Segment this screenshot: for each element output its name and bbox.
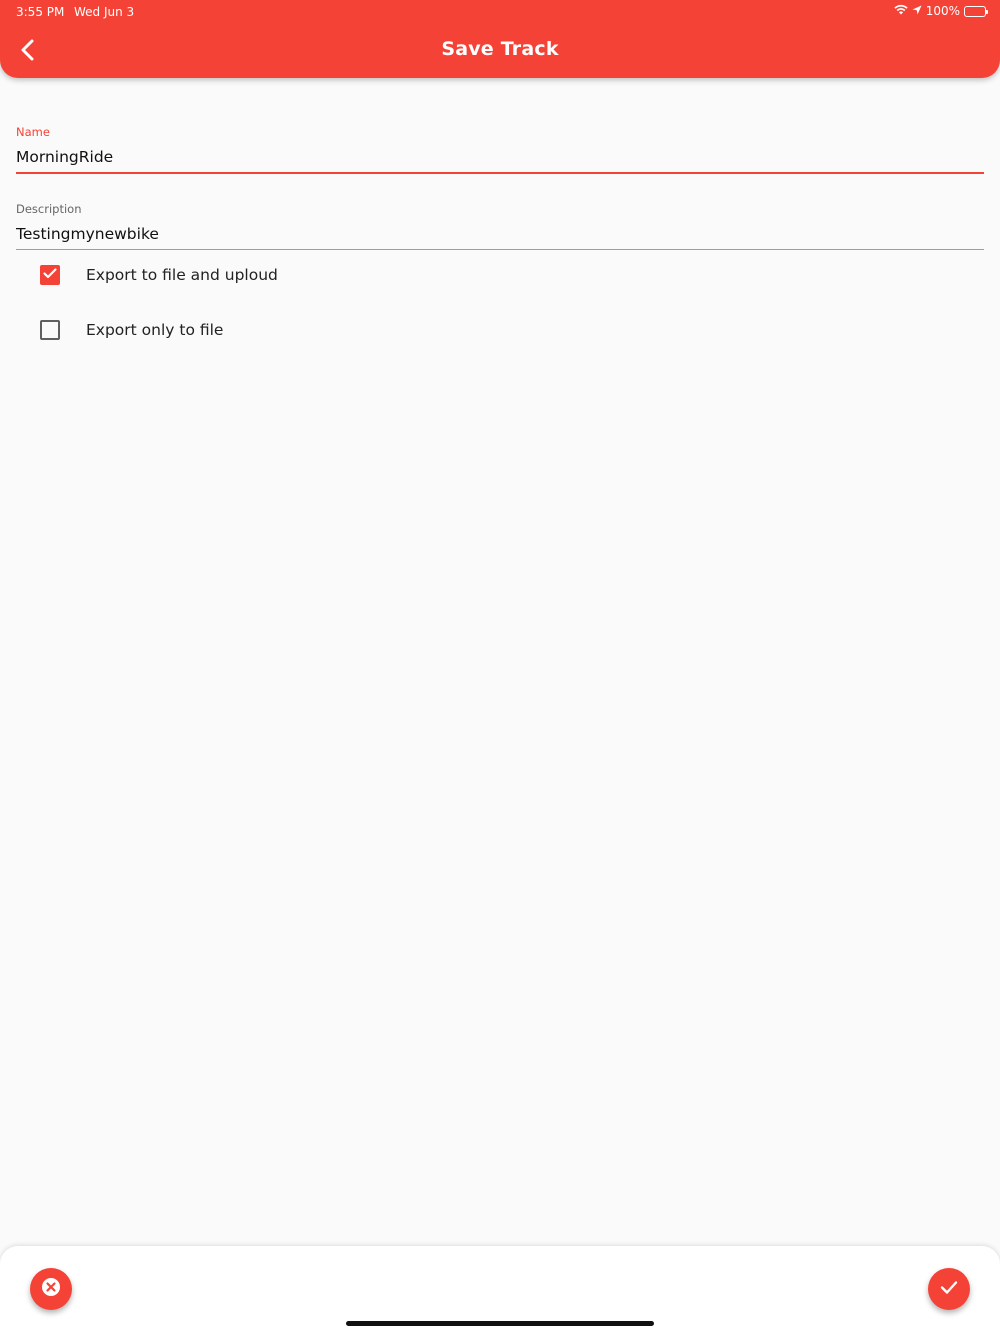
export-upload-option[interactable]: Export to file and uploud — [40, 265, 278, 285]
description-underline — [16, 249, 984, 250]
checkmark-icon — [42, 265, 58, 285]
status-indicators: 100% — [893, 4, 988, 18]
description-input[interactable] — [16, 219, 984, 249]
check-icon — [938, 1276, 960, 1302]
home-indicator — [346, 1321, 654, 1326]
description-field[interactable]: Description — [16, 202, 984, 250]
export-upload-label: Export to file and uploud — [86, 266, 278, 284]
name-input[interactable] — [16, 142, 984, 172]
close-circle-icon — [40, 1276, 62, 1302]
app-bar: 3:55 PM Wed Jun 3 100% Save Track — [0, 0, 1000, 78]
export-file-checkbox[interactable] — [40, 320, 60, 340]
battery-icon — [964, 5, 988, 17]
page-title: Save Track — [441, 38, 559, 60]
bottom-bar — [0, 1246, 1000, 1334]
export-file-label: Export only to file — [86, 321, 224, 339]
description-label: Description — [16, 202, 82, 216]
status-bar: 3:55 PM Wed Jun 3 100% — [0, 0, 1000, 24]
name-underline — [16, 172, 984, 174]
confirm-button[interactable] — [928, 1268, 970, 1310]
battery-percent: 100% — [925, 4, 960, 18]
wifi-icon — [893, 4, 908, 18]
export-file-option[interactable]: Export only to file — [40, 320, 223, 340]
cancel-button[interactable] — [30, 1268, 72, 1310]
status-time: 3:55 PM — [16, 5, 65, 19]
export-upload-checkbox[interactable] — [40, 265, 60, 285]
status-date: Wed Jun 3 — [74, 5, 135, 19]
name-field[interactable]: Name — [16, 125, 984, 174]
location-arrow-icon — [912, 4, 922, 18]
name-label: Name — [16, 125, 50, 139]
